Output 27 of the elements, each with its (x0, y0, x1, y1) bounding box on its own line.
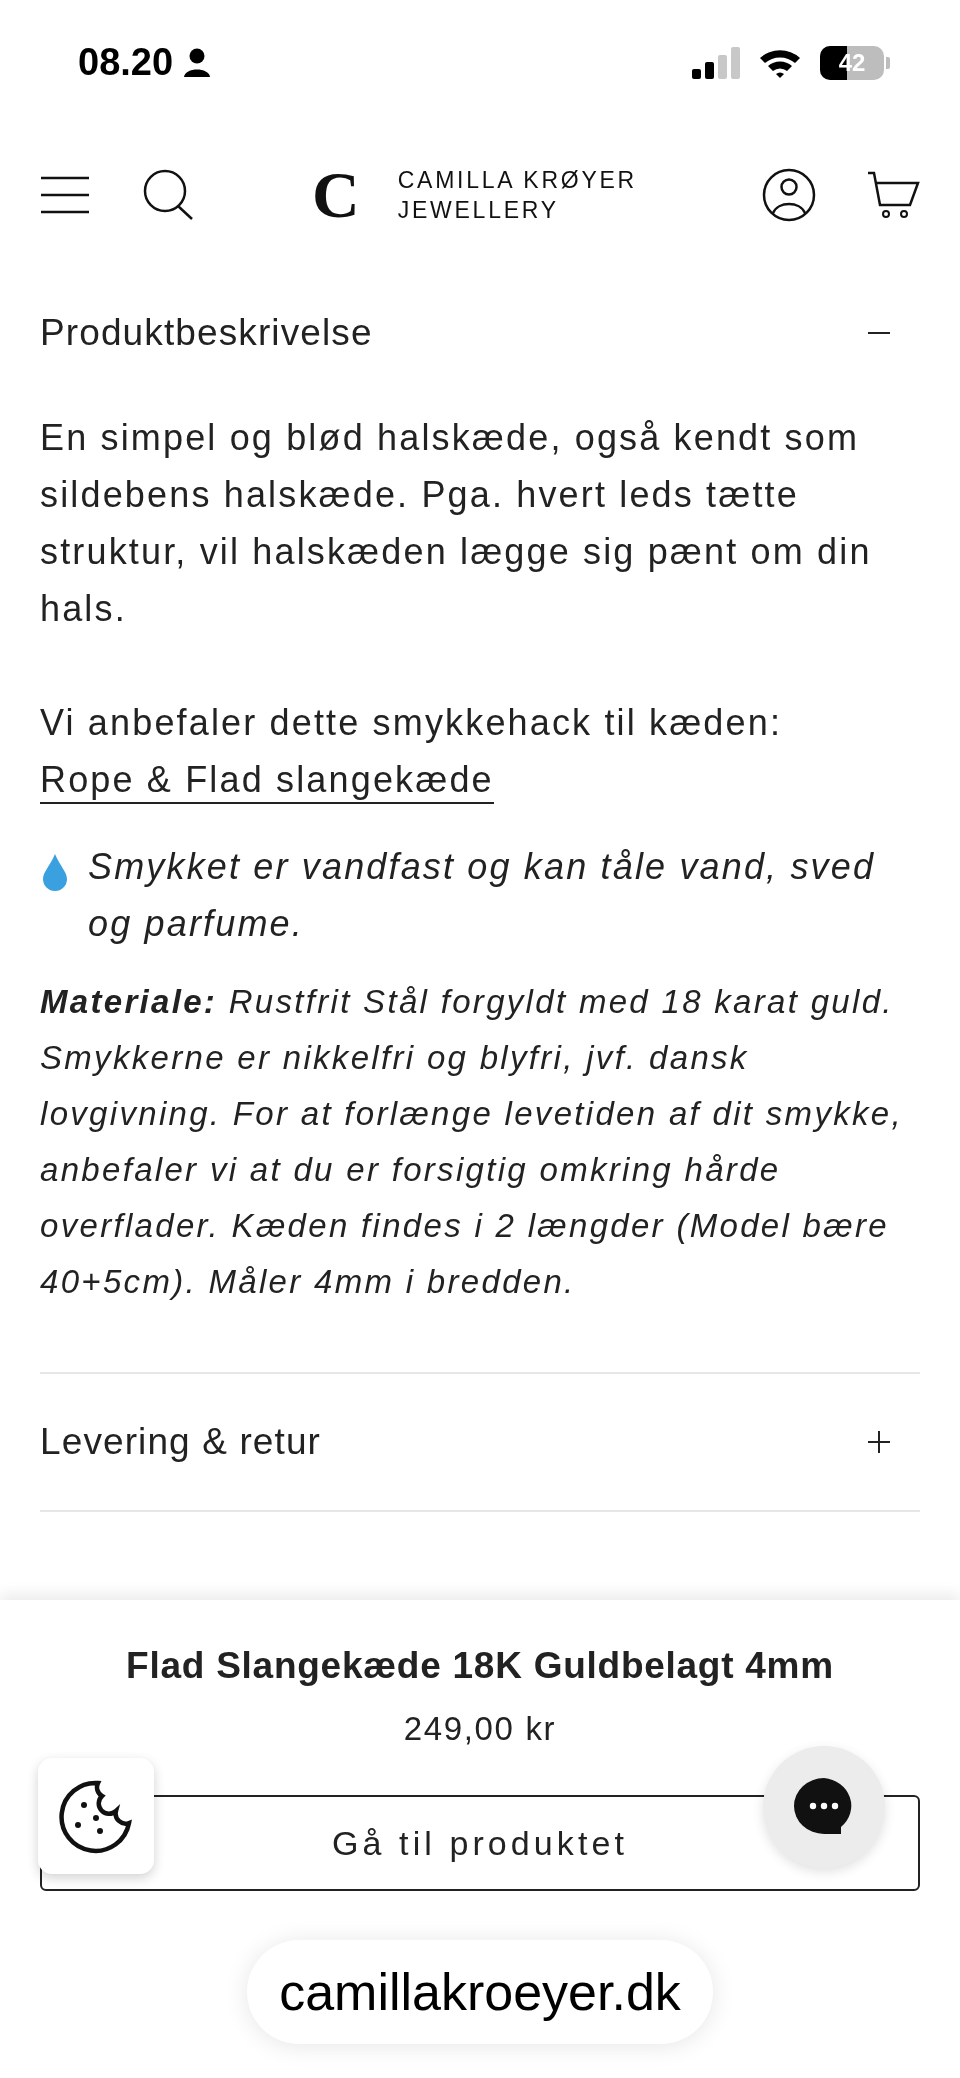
cookie-button-overlay[interactable] (38, 1758, 154, 1874)
material-text: Materiale: Rustfrit Stål forgyldt med 18 karat guld. Smykkerne er nikkelfri og blyfri, jvf. dansk lovgivning. For at forlænge levetiden af dit smykke, anbefaler vi at du er forsigtig omkring hårde overflader. Kæden findes i 2 længder (Model bære 40+5cm). Måler 4mm i bredden. (40, 982, 904, 1302)
waterproof-note: Smykket er vandfast og kan tåle vand, sved og parfume. (88, 845, 877, 946)
logo-text[interactable]: JEWELLERY (397, 195, 637, 225)
product-link[interactable]: Rope & Flad slangekæde (40, 759, 494, 804)
person-icon (183, 46, 212, 79)
product-price: 249,00 kr (403, 1708, 557, 1749)
product-title: Flad Slangekæde 18K Guldbelagt 4mm (126, 1644, 834, 1688)
cookie-icon (58, 1778, 134, 1854)
accordion-title: Levering & retur (40, 1420, 321, 1465)
url-text: camillakroeyer.dk (279, 1962, 681, 2023)
logo-text[interactable]: CAMILLA KRØYER (397, 165, 637, 195)
address-bar[interactable]: camillakroeyer.dk (247, 1940, 713, 2044)
signal-icon (692, 46, 740, 79)
water-drop-icon (40, 852, 70, 892)
logo-mark[interactable]: C (312, 162, 360, 228)
status-time: 08.20 (78, 40, 174, 85)
account-icon[interactable] (762, 168, 816, 222)
description-text: En simpel og blød halskæde, også kendt som sildebens halskæde. Pga. hvert leds tætte struktur, vil halskæden lægge sig pænt om din hals. (40, 416, 873, 631)
plus-icon (868, 1431, 890, 1453)
minus-icon (868, 332, 890, 334)
recommendation-text: Vi anbefaler dette smykkehack til kæden: Rope & Flad slangekæde (40, 694, 920, 808)
accordion-header[interactable]: Levering & retur (40, 1374, 920, 1510)
cart-icon[interactable] (866, 169, 920, 221)
accordion-title: Produktbeskrivelse (40, 311, 373, 356)
menu-icon[interactable] (40, 175, 90, 215)
accordion-header[interactable]: Produktbeskrivelse (40, 265, 920, 401)
